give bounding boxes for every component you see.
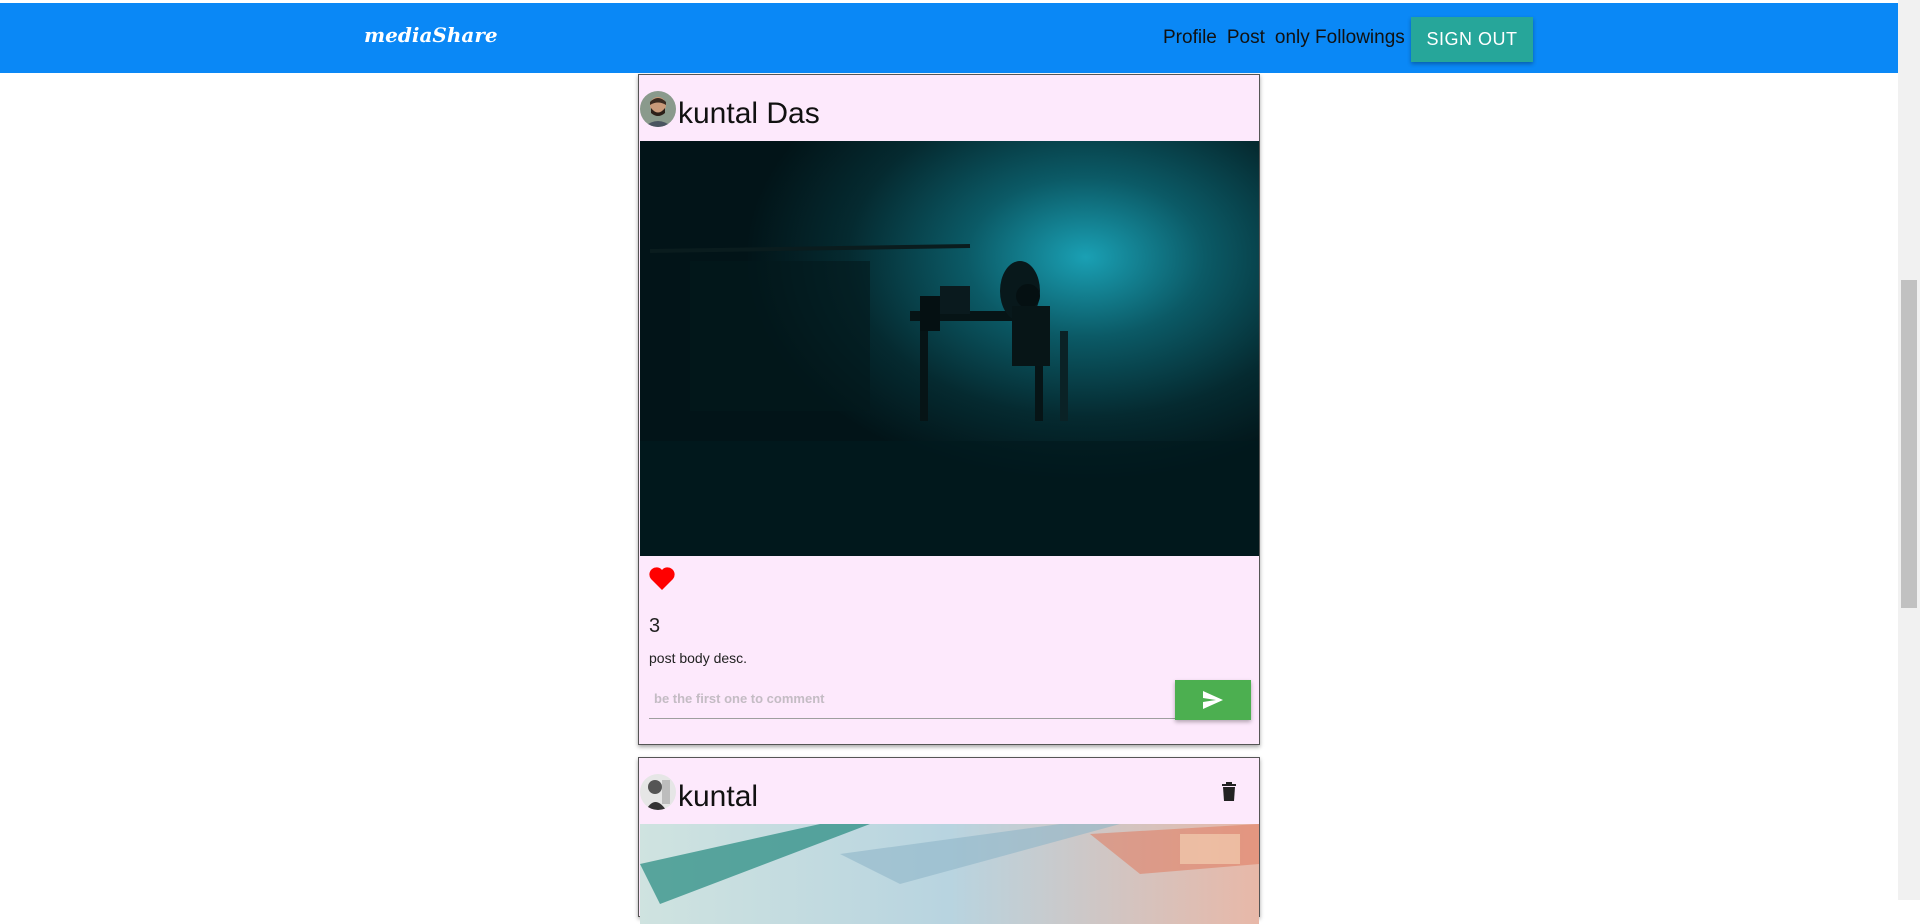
post-card: kuntal Das 3 post body desc. be the firs…	[638, 74, 1260, 745]
post-image	[640, 141, 1259, 556]
post-body: post body desc.	[649, 650, 748, 666]
comment-input[interactable]	[649, 679, 1176, 719]
post-header: kuntal	[639, 758, 1259, 824]
like-count: 3	[649, 615, 661, 637]
scroll-thumb[interactable]	[1901, 280, 1917, 608]
post-photo	[640, 141, 1259, 556]
like-row	[648, 565, 676, 596]
avatar[interactable]	[640, 774, 676, 810]
sign-out-button[interactable]: SIGN OUT	[1411, 17, 1533, 62]
send-icon	[1203, 691, 1223, 709]
nav-links: Profile Post only Followings	[1163, 27, 1405, 49]
delete-post-button[interactable]	[1217, 778, 1241, 806]
nav-profile-link[interactable]: Profile	[1163, 27, 1217, 49]
avatar-image	[640, 91, 676, 127]
post-author[interactable]: kuntal	[678, 780, 758, 814]
post-card: kuntal	[638, 757, 1260, 924]
avatar-image	[640, 774, 676, 810]
nav-post-link[interactable]: Post	[1227, 27, 1265, 49]
navbar: mediaShare Profile Post only Followings …	[0, 3, 1898, 73]
post-author[interactable]: kuntal Das	[678, 97, 820, 131]
nav-only-followings-link[interactable]: only Followings	[1275, 27, 1405, 49]
post-image	[640, 824, 1259, 924]
brand-logo[interactable]: mediaShare	[364, 23, 498, 47]
avatar[interactable]	[640, 91, 676, 127]
post-photo	[640, 824, 1259, 924]
page-scrollbar[interactable]	[1898, 0, 1920, 900]
send-comment-button[interactable]	[1175, 680, 1251, 720]
heart-icon[interactable]	[648, 565, 676, 591]
trash-icon	[1222, 782, 1236, 801]
post-header: kuntal Das	[639, 75, 1259, 141]
